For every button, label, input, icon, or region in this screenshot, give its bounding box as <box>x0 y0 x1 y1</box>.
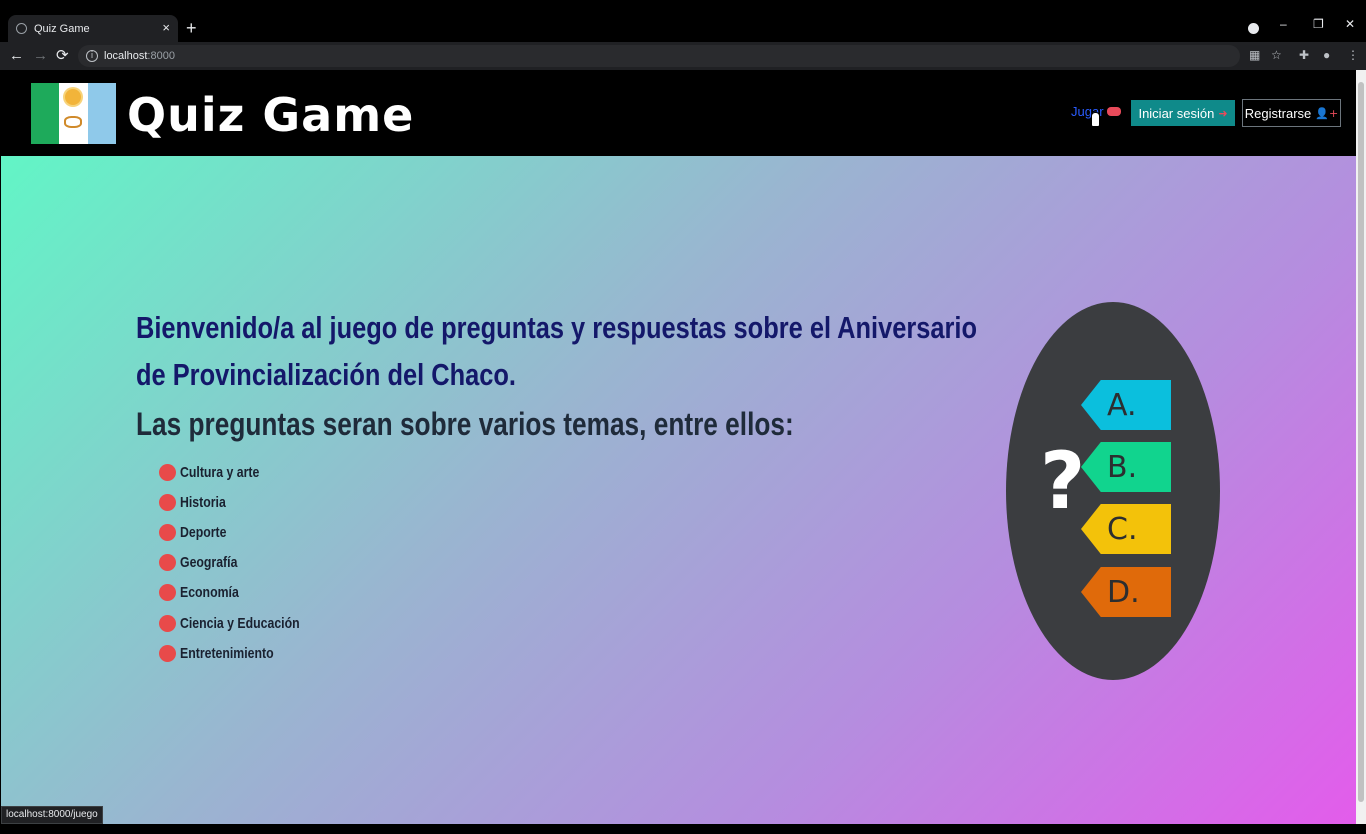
page-viewport: Quiz Game Jugar Iniciar sesión ➜ Registr… <box>1 70 1356 824</box>
info-icon[interactable]: i <box>86 50 98 62</box>
reload-button[interactable]: ⟳ <box>56 47 69 65</box>
list-item: Cultura y arte <box>159 457 326 487</box>
gamepad-icon <box>1106 107 1121 116</box>
star-icon[interactable]: ☆ <box>1271 48 1282 62</box>
minimize-button[interactable]: – <box>1280 17 1287 31</box>
site-header: Quiz Game Jugar Iniciar sesión ➜ Registr… <box>1 70 1356 156</box>
forward-button[interactable]: → <box>33 47 48 65</box>
new-tab-button[interactable]: + <box>186 18 197 39</box>
address-bar[interactable]: i localhost:8000 <box>78 45 1240 67</box>
welcome-headline: Bienvenido/a al juego de preguntas y res… <box>136 310 978 392</box>
sign-in-icon: ➜ <box>1218 106 1228 120</box>
browser-tab[interactable]: Quiz Game × <box>8 15 178 42</box>
profile-icon[interactable]: ● <box>1323 48 1330 62</box>
red-bullet-icon <box>159 523 176 541</box>
list-item: Economía <box>159 578 326 608</box>
red-bullet-icon <box>159 644 176 662</box>
red-bullet-icon <box>159 614 176 632</box>
extensions-icon[interactable]: ✚ <box>1299 48 1309 62</box>
site-brand[interactable]: Quiz Game <box>127 88 414 142</box>
url-text: localhost:8000 <box>104 50 175 62</box>
list-item: Deporte <box>159 517 326 547</box>
close-tab-icon[interactable]: × <box>162 20 170 35</box>
topics-list: Cultura y arte Historia Deporte Geografí… <box>159 457 326 668</box>
login-label: Iniciar sesión <box>1138 105 1215 121</box>
globe-icon <box>16 23 27 34</box>
red-bullet-icon <box>159 463 176 481</box>
hand-cursor-icon <box>1091 112 1100 127</box>
status-bubble: localhost:8000/juego <box>1 806 103 824</box>
list-item: Historia <box>159 487 326 517</box>
option-b-tag: B. <box>1081 442 1171 492</box>
chaco-flag-logo[interactable] <box>31 83 116 144</box>
topics-heading: Las preguntas seran sobre varios temas, … <box>136 406 794 442</box>
translate-icon[interactable]: ▦ <box>1249 48 1260 62</box>
tab-title: Quiz Game <box>34 22 90 35</box>
register-label: Registrarse <box>1244 105 1312 121</box>
option-a-tag: A. <box>1081 380 1171 430</box>
list-item: Ciencia y Educación <box>159 608 326 638</box>
red-bullet-icon <box>159 554 176 572</box>
register-button[interactable]: Registrarse 👤+ <box>1242 99 1341 127</box>
question-mark-icon: ? <box>1040 437 1086 527</box>
option-d-tag: D. <box>1081 567 1171 617</box>
page-scrollbar[interactable] <box>1356 70 1366 824</box>
restore-button[interactable]: ❐ <box>1313 17 1324 31</box>
list-item: Geografía <box>159 548 326 578</box>
red-bullet-icon <box>159 584 176 602</box>
close-window-button[interactable]: ✕ <box>1345 17 1355 31</box>
menu-icon[interactable]: ⋮ <box>1347 48 1359 62</box>
quiz-illustration: ? A. B. C. D. <box>1006 302 1220 680</box>
scrollbar-thumb[interactable] <box>1358 82 1364 802</box>
browser-toolbar: ← → ⟳ i localhost:8000 ▦ ☆ ✚ ● ⋮ <box>0 42 1366 70</box>
hero-section: Bienvenido/a al juego de preguntas y res… <box>1 156 1356 824</box>
option-c-tag: C. <box>1081 504 1171 554</box>
sun-emblem-icon <box>65 89 82 105</box>
red-bullet-icon <box>159 493 176 511</box>
user-plus-icon: 👤+ <box>1315 106 1339 120</box>
emblem-icon <box>64 116 83 128</box>
list-item: Entretenimiento <box>159 638 326 668</box>
tab-search-icon[interactable] <box>1248 23 1259 34</box>
back-button[interactable]: ← <box>9 47 24 65</box>
login-button[interactable]: Iniciar sesión ➜ <box>1131 100 1235 126</box>
browser-tab-bar: Quiz Game × + – ❐ ✕ <box>0 0 1366 42</box>
